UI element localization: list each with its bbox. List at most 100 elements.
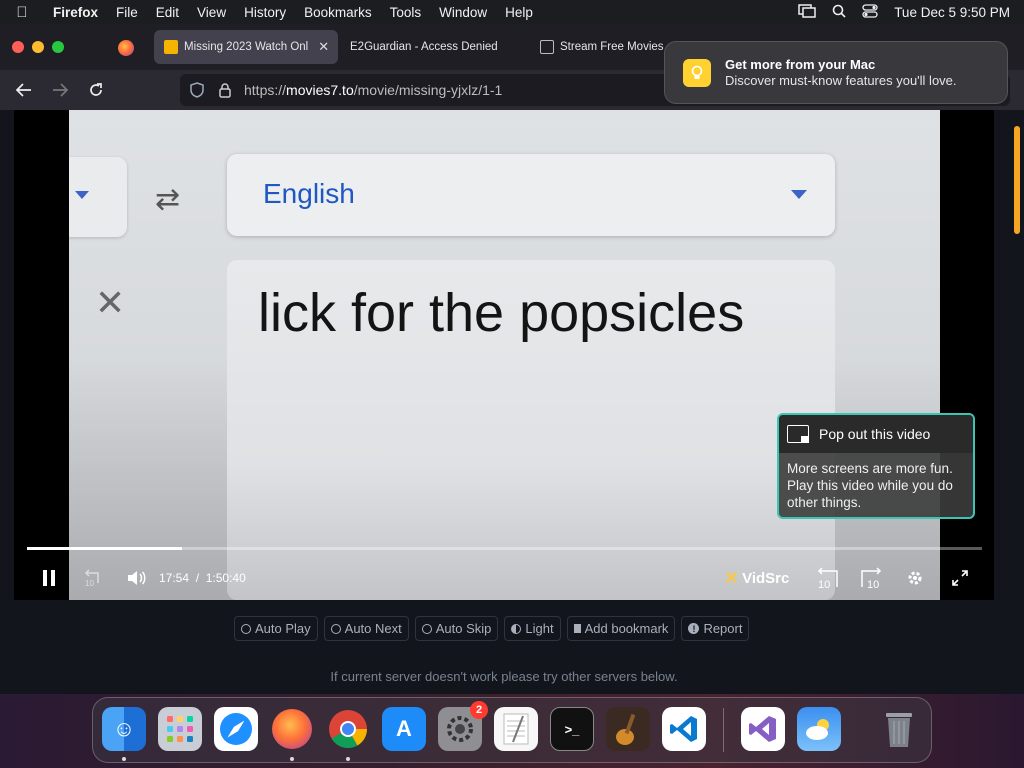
menu-edit[interactable]: Edit [147,5,188,20]
popout-description: More screens are more fun. Play this vid… [787,461,953,510]
visual-studio-icon[interactable] [741,707,785,751]
radio-icon [241,623,251,634]
video-target-language-box: English [227,154,835,236]
tips-lightbulb-icon [683,58,711,87]
garageband-icon[interactable] [606,707,650,751]
window-controls [12,41,64,53]
menu-app-name[interactable]: Firefox [44,5,107,20]
trash-icon[interactable] [877,707,921,751]
menu-bookmarks[interactable]: Bookmarks [295,5,381,20]
video-player[interactable]: ⇄ English ✕ lick for the popsicles 10 17… [14,110,994,600]
player-options-bar: Auto Play Auto Next Auto Skip Light Add … [234,616,750,641]
menu-tools[interactable]: Tools [381,5,431,20]
svg-text:10: 10 [818,579,830,589]
current-time: 17:54 [159,571,190,585]
terminal-icon[interactable]: >_ [550,707,594,751]
macos-dock: ☺ A 2 >_ [92,697,932,763]
rewind-10-button[interactable]: 10 [82,568,104,588]
forward-10-button[interactable]: 10 [857,567,885,589]
screen-mirroring-icon[interactable] [798,3,816,21]
url-text: https://movies7.to/movie/missing-yjxlz/1… [244,82,503,98]
duration: 1:50:40 [205,571,246,585]
seek-bar-played [27,547,182,550]
reload-icon[interactable] [84,78,108,102]
control-center-icon[interactable] [862,3,878,21]
back-arrow-icon[interactable] [12,78,36,102]
menu-view[interactable]: View [188,5,235,20]
system-settings-icon[interactable]: 2 [438,701,488,751]
tab-title: Stream Free Movies [560,41,664,53]
popout-header[interactable]: Pop out this video [779,415,973,453]
tracking-shield-icon[interactable] [186,82,208,98]
close-tab-icon[interactable]: ✕ [318,39,329,55]
menu-window[interactable]: Window [430,5,496,20]
settings-button[interactable] [904,568,926,588]
zoom-window-button[interactable] [52,41,64,53]
bookmark-icon [573,624,581,633]
menu-clock[interactable]: Tue Dec 5 9:50 PM [894,5,1010,20]
apple-menu-icon[interactable]:  [0,4,44,21]
tab-missing-movie[interactable]: Missing 2023 Watch Onl ✕ [154,30,338,64]
menu-history[interactable]: History [235,5,295,20]
vidsrc-logo[interactable]: ✕ VidSrc [724,568,789,588]
time-display: 17:54 / 1:50:40 [159,571,246,585]
tab-stream-free-movies[interactable]: Stream Free Movies [530,30,670,64]
rewind-10-icon: 10 [84,569,99,587]
rewind-10-icon: 10 [817,567,838,589]
light-toggle[interactable]: Light [504,616,561,641]
forward-10-icon: 10 [861,567,882,589]
weather-icon[interactable] [797,707,841,751]
notification-title: Get more from your Mac [725,56,876,72]
macos-tips-notification[interactable]: Get more from your Mac Discover must-kno… [664,41,1008,104]
report-button[interactable]: ! Report [681,616,750,641]
tab-title: Missing 2023 Watch Onl [184,41,309,53]
close-window-button[interactable] [12,41,24,53]
popout-video-tooltip[interactable]: Pop out this video More screens are more… [777,413,975,519]
spotlight-search-icon[interactable] [832,4,846,21]
pause-icon [43,570,55,586]
firefox-dock-icon[interactable] [270,707,314,751]
app-store-icon[interactable]: A [382,707,426,751]
finder-icon[interactable]: ☺ [102,707,146,751]
video-frame[interactable]: ⇄ English ✕ lick for the popsicles [69,110,940,600]
auto-skip-toggle[interactable]: Auto Skip [414,616,499,641]
tv-favicon-icon [540,40,554,54]
radio-icon [330,623,341,634]
vscode-icon[interactable] [662,707,706,751]
tab-e2guardian[interactable]: E2Guardian - Access Denied [340,30,530,64]
video-caption-text: lick for the popsicles [258,283,745,343]
add-bookmark-button[interactable]: Add bookmark [566,616,676,641]
volume-icon [128,571,146,585]
video-swap-languages-icon: ⇄ [155,183,181,216]
menu-help[interactable]: Help [496,5,542,20]
video-language-label: English [263,178,355,209]
info-icon: ! [688,623,700,634]
picture-in-picture-icon [787,425,809,443]
forward-arrow-icon[interactable] [48,78,72,102]
page-scrollbar[interactable] [1010,110,1024,694]
rewind-10-button-alt[interactable]: 10 [814,567,842,589]
movie-favicon-icon [164,40,178,54]
macos-menu-bar:  Firefox File Edit View History Bookmar… [0,0,1024,24]
auto-play-toggle[interactable]: Auto Play [234,616,318,641]
menu-file[interactable]: File [107,5,147,20]
pinned-tab-firefox[interactable] [112,36,140,60]
pause-button[interactable] [40,568,58,588]
minimize-window-button[interactable] [32,41,44,53]
safari-icon[interactable] [214,707,258,751]
video-source-language-box [69,157,127,237]
scrollbar-thumb[interactable] [1014,126,1020,234]
fullscreen-icon [952,570,968,586]
svg-text:10: 10 [85,579,94,587]
lock-icon[interactable] [214,82,236,98]
firefox-icon [118,40,134,56]
auto-next-toggle[interactable]: Auto Next [323,616,409,641]
fullscreen-button[interactable] [950,568,970,588]
chrome-icon[interactable] [326,707,370,751]
launchpad-icon[interactable] [158,707,202,751]
seek-bar[interactable] [27,547,982,550]
vidsrc-x-icon: ✕ [724,567,740,588]
volume-button[interactable] [126,568,148,588]
gear-icon [908,571,922,585]
textedit-icon[interactable] [494,707,538,751]
